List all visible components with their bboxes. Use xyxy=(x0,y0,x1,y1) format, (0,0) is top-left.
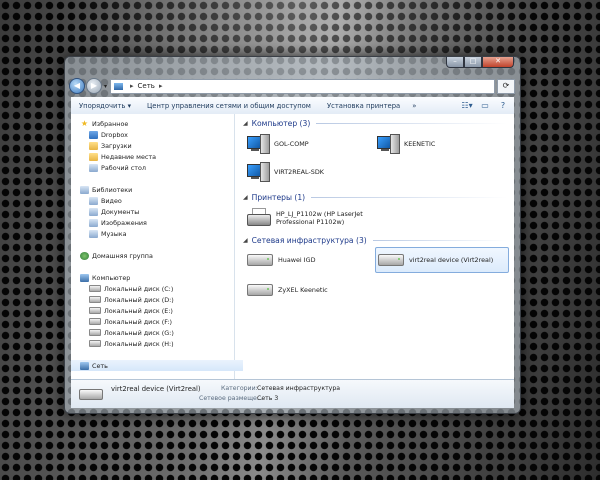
client-area: ★ Избранное Dropbox Загрузки Недавние мес… xyxy=(71,114,514,379)
breadcrumb-network[interactable]: Сеть xyxy=(138,82,155,90)
details-item-name: virt2real device (Virt2real) xyxy=(111,385,201,393)
drive-icon xyxy=(89,285,101,292)
drive-icon xyxy=(89,340,101,347)
star-icon: ★ xyxy=(80,118,89,128)
back-button[interactable]: ◀ xyxy=(69,78,85,94)
breadcrumb-chevron-icon[interactable]: ▸ xyxy=(130,82,134,90)
computer-icon xyxy=(80,273,89,282)
preview-pane-icon[interactable]: ▭ xyxy=(478,100,492,111)
video-library-icon xyxy=(89,196,98,205)
nav-item-music[interactable]: Музыка xyxy=(71,228,252,239)
back-arrow-icon: ◀ xyxy=(73,81,81,90)
nav-item-pictures[interactable]: Изображения xyxy=(71,217,252,228)
collapse-chevron-icon: ◢ xyxy=(243,193,248,201)
nav-item-documents[interactable]: Документы xyxy=(71,206,252,217)
network-item-virt2real-device[interactable]: virt2real device (Virt2real) xyxy=(375,247,509,273)
address-bar[interactable]: ▸ Сеть ▸ xyxy=(110,78,495,94)
drive-icon xyxy=(89,329,101,336)
libraries-icon xyxy=(80,185,89,194)
nav-drive-d[interactable]: Локальный диск (D:) xyxy=(71,294,252,305)
network-icon xyxy=(80,361,89,370)
more-commands-button[interactable]: » xyxy=(408,102,420,110)
network-icon xyxy=(114,82,124,90)
network-item-keenetic[interactable]: KEENETIC xyxy=(375,132,497,156)
details-category-label: Категории: xyxy=(221,385,258,392)
nav-item-dropbox[interactable]: Dropbox xyxy=(71,129,252,140)
nav-drive-f[interactable]: Локальный диск (F:) xyxy=(71,316,252,327)
network-item-gol-comp[interactable]: GOL-COMP xyxy=(245,132,367,156)
dropbox-icon xyxy=(89,130,98,139)
close-button[interactable]: ✕ xyxy=(482,57,514,68)
router-icon xyxy=(247,254,273,266)
nav-homegroup[interactable]: Домашняя группа xyxy=(71,250,243,261)
computer-icon xyxy=(377,134,400,154)
navigation-bar: ◀ ▶ ▾ ▸ Сеть ▸ ⟳ xyxy=(69,77,515,95)
nav-libraries[interactable]: Библиотеки xyxy=(71,184,243,195)
drive-icon xyxy=(89,318,101,325)
nav-item-downloads[interactable]: Загрузки xyxy=(71,140,252,151)
recent-pages-dropdown[interactable]: ▾ xyxy=(104,83,107,90)
network-item-printer-hp[interactable]: HP_LJ_P1102w (HP LaserJet Professional P1… xyxy=(245,206,377,230)
window-controls: – □ ✕ xyxy=(446,57,514,68)
network-item-virt2real-sdk[interactable]: VIRT2REAL-SDK xyxy=(245,160,367,184)
refresh-button[interactable]: ⟳ xyxy=(497,78,515,94)
refresh-icon: ⟳ xyxy=(502,80,510,90)
drive-icon xyxy=(89,296,101,303)
network-item-huawei-igd[interactable]: Huawei IGD xyxy=(245,248,367,272)
group-header-infrastructure[interactable]: ◢ Сетевая инфраструктура (3) xyxy=(243,234,507,246)
group-header-printers[interactable]: ◢ Принтеры (1) xyxy=(243,191,507,203)
command-bar: Упорядочить ▾ Центр управления сетями и … xyxy=(71,97,514,115)
help-icon[interactable]: ? xyxy=(496,100,510,111)
computer-icon xyxy=(247,162,270,182)
file-list: ◢ Компьютер (3) GOL-COMP KEENETIC VIRT2RE… xyxy=(235,114,514,379)
nav-drive-h[interactable]: Локальный диск (H:) xyxy=(71,338,252,349)
minimize-button[interactable]: – xyxy=(446,57,464,68)
forward-arrow-icon: ▶ xyxy=(90,81,98,90)
router-icon xyxy=(79,389,103,400)
router-icon xyxy=(247,284,273,296)
nav-item-desktop[interactable]: Рабочий стол xyxy=(71,162,252,173)
title-bar[interactable]: – □ ✕ ◀ ▶ ▾ ▸ Сеть ▸ ⟳ xyxy=(65,57,520,97)
nav-drive-g[interactable]: Локальный диск (G:) xyxy=(71,327,252,338)
nav-favorites[interactable]: ★ Избранное xyxy=(71,118,243,129)
printer-icon xyxy=(247,208,271,228)
details-category-value: Сетевая инфраструктура xyxy=(257,385,341,392)
music-library-icon xyxy=(89,229,98,238)
collapse-chevron-icon: ◢ xyxy=(243,236,248,244)
computer-icon xyxy=(247,134,270,154)
details-location-label: Сетевое размеще... xyxy=(199,395,263,402)
details-pane: virt2real device (Virt2real) Категории: … xyxy=(71,379,514,408)
navigation-pane: ★ Избранное Dropbox Загрузки Недавние мес… xyxy=(71,114,243,379)
nav-drive-c[interactable]: Локальный диск (C:) xyxy=(71,283,252,294)
nav-network[interactable]: Сеть xyxy=(71,360,243,371)
nav-item-recent-places[interactable]: Недавние места xyxy=(71,151,252,162)
homegroup-icon xyxy=(80,251,89,260)
details-location-value: Сеть 3 xyxy=(257,395,279,402)
drive-icon xyxy=(89,307,101,314)
network-item-zyxel-keenetic[interactable]: ZyXEL Keenetic xyxy=(245,278,367,302)
downloads-folder-icon xyxy=(89,141,98,150)
collapse-chevron-icon: ◢ xyxy=(243,119,248,127)
nav-drive-e[interactable]: Локальный диск (E:) xyxy=(71,305,252,316)
nav-computer[interactable]: Компьютер xyxy=(71,272,243,283)
breadcrumb-chevron-icon[interactable]: ▸ xyxy=(159,82,163,90)
network-center-button[interactable]: Центр управления сетями и общим доступом xyxy=(139,102,319,110)
group-header-computers[interactable]: ◢ Компьютер (3) xyxy=(243,117,507,129)
recent-places-icon xyxy=(89,152,98,161)
add-printer-button[interactable]: Установка принтера xyxy=(319,102,408,110)
toolbar-right: ☷▾ ▭ ? xyxy=(456,100,514,111)
forward-button[interactable]: ▶ xyxy=(86,78,102,94)
nav-item-video[interactable]: Видео xyxy=(71,195,252,206)
desktop-icon xyxy=(89,163,98,172)
maximize-button[interactable]: □ xyxy=(464,57,482,68)
view-options-icon[interactable]: ☷▾ xyxy=(460,100,474,111)
pictures-library-icon xyxy=(89,218,98,227)
router-icon xyxy=(378,254,404,266)
explorer-window: – □ ✕ ◀ ▶ ▾ ▸ Сеть ▸ ⟳ Упорядочить ▾ Цен… xyxy=(64,56,521,414)
documents-library-icon xyxy=(89,207,98,216)
organize-button[interactable]: Упорядочить ▾ xyxy=(71,102,139,110)
